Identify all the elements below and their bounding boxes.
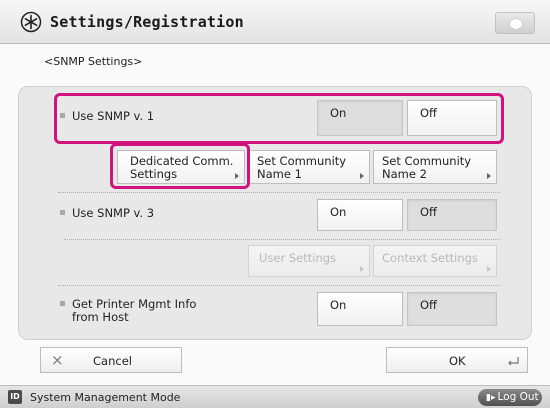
community-1-label-2: Name 1 <box>257 167 302 181</box>
printer-mgmt-off-label: Off <box>420 298 437 312</box>
community-2-label-2: Name 2 <box>382 167 427 181</box>
cancel-label: Cancel <box>93 354 132 368</box>
logout-label: Log Out <box>497 391 539 403</box>
cancel-button[interactable]: × Cancel <box>40 347 182 373</box>
counter-icon <box>509 17 523 31</box>
user-settings-button[interactable]: User Settings <box>248 245 370 277</box>
ok-button[interactable]: OK <box>386 347 528 373</box>
page-title: Settings/Registration <box>50 13 244 31</box>
community-2-label-1: Set Community <box>382 154 472 168</box>
page-subtitle: <SNMP Settings> <box>44 55 143 68</box>
context-settings-button[interactable]: Context Settings <box>373 245 497 277</box>
logout-icon: ▮▸ <box>486 393 496 403</box>
close-icon: × <box>51 351 64 369</box>
title-bar: Settings/Registration <box>0 0 550 44</box>
snmp-v3-label-text: Use SNMP v. 3 <box>72 206 155 220</box>
printer-mgmt-off-button[interactable]: Off <box>407 292 497 326</box>
divider <box>58 285 500 286</box>
id-icon: ID <box>8 390 22 404</box>
snmp-v3-label: Use SNMP v. 3 <box>60 206 154 220</box>
ok-label: OK <box>449 354 466 368</box>
printer-mgmt-on-label: On <box>330 298 347 312</box>
snmp-v3-off-button[interactable]: Off <box>407 199 497 231</box>
logout-button[interactable]: ▮▸ Log Out <box>478 389 542 406</box>
printer-mgmt-label-line-1: Get Printer Mgmt Info <box>72 297 197 311</box>
submenu-arrow-icon <box>487 266 491 272</box>
divider <box>58 192 500 193</box>
status-bar: ID System Management Mode ▮▸ Log Out <box>0 385 550 408</box>
counter-check-button[interactable] <box>495 12 535 34</box>
submenu-arrow-icon <box>360 173 364 179</box>
bullet-icon <box>60 210 65 215</box>
snmp-v3-off-label: Off <box>420 205 437 219</box>
snmp-v3-on-label: On <box>330 205 347 219</box>
printer-mgmt-label-line-2: from Host <box>72 310 129 324</box>
set-community-name-2-button[interactable]: Set Community Name 2 <box>373 150 497 184</box>
context-settings-label: Context Settings <box>382 251 478 265</box>
submenu-arrow-icon <box>487 173 491 179</box>
bullet-icon <box>60 301 65 306</box>
submenu-arrow-icon <box>360 266 364 272</box>
highlight-frame-snmp-v1 <box>54 93 504 144</box>
divider <box>64 239 500 240</box>
printer-mgmt-on-button[interactable]: On <box>317 292 403 326</box>
community-1-label-1: Set Community <box>257 154 347 168</box>
user-settings-label: User Settings <box>259 251 337 265</box>
set-community-name-1-button[interactable]: Set Community Name 1 <box>248 150 370 184</box>
enter-icon <box>508 357 519 366</box>
mode-label: System Management Mode <box>30 391 181 404</box>
snmp-v3-on-button[interactable]: On <box>317 199 403 231</box>
settings-icon <box>20 11 42 33</box>
highlight-frame-dedicated-comm <box>110 143 250 189</box>
printer-mgmt-label: Get Printer Mgmt Info from Host <box>60 298 196 324</box>
screen: Settings/Registration <SNMP Settings> Us… <box>0 0 550 408</box>
